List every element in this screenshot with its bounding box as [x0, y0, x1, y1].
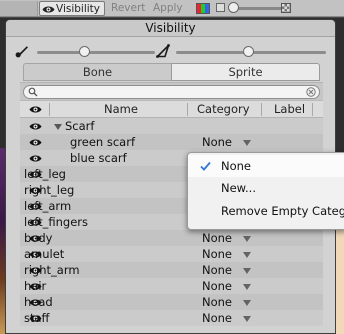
- toolbar-left-control[interactable]: [0, 1, 38, 16]
- clear-search-icon[interactable]: [306, 87, 316, 97]
- eye-icon[interactable]: [29, 122, 42, 131]
- column-divider[interactable]: [187, 103, 188, 116]
- row-name: left_arm: [24, 199, 72, 213]
- table-row[interactable]: head None: [20, 294, 323, 310]
- menu-item-new[interactable]: New...: [188, 177, 344, 199]
- menu-item-label: None: [221, 159, 252, 173]
- dropdown-arrow-icon[interactable]: [243, 268, 251, 274]
- foldout-arrow-icon[interactable]: [54, 124, 62, 130]
- mesh-opacity-thumb[interactable]: [243, 46, 254, 57]
- checkmark-icon: [200, 161, 211, 171]
- row-name: amulet: [24, 247, 65, 261]
- category-dropdown[interactable]: None: [202, 294, 232, 310]
- category-dropdown[interactable]: None: [202, 262, 232, 278]
- eye-icon[interactable]: [29, 154, 42, 163]
- search-bar: [20, 82, 323, 100]
- bone-icon: [15, 46, 28, 58]
- row-name: right_arm: [24, 263, 80, 277]
- eye-icon[interactable]: [29, 138, 42, 147]
- column-header-name[interactable]: Name: [104, 101, 138, 118]
- mesh-icon: [156, 44, 170, 58]
- visibility-toggle-button[interactable]: Visibility: [39, 1, 105, 16]
- category-dropdown[interactable]: None: [202, 134, 232, 150]
- bone-opacity-slider[interactable]: [15, 44, 165, 60]
- dropdown-arrow-icon[interactable]: [243, 284, 251, 290]
- toolbar-opacity-slider-track[interactable]: [232, 7, 282, 10]
- table-row[interactable]: Scarf: [20, 118, 323, 134]
- row-name: blue scarf: [70, 151, 127, 165]
- table-row[interactable]: right_arm None: [20, 262, 323, 278]
- category-dropdown[interactable]: None: [202, 246, 232, 262]
- toolbar: Visibility Revert Apply: [0, 0, 344, 17]
- category-dropdown[interactable]: None: [202, 310, 232, 326]
- tab-bar: Bone Sprite: [23, 63, 320, 81]
- search-field[interactable]: [23, 85, 320, 99]
- dropdown-arrow-icon[interactable]: [243, 252, 251, 258]
- search-icon[interactable]: [28, 87, 38, 97]
- row-name: green scarf: [70, 135, 136, 149]
- column-divider[interactable]: [49, 103, 50, 116]
- menu-item-remove-empty-categories[interactable]: Remove Empty Categor: [188, 200, 344, 222]
- menu-item-none[interactable]: None: [188, 155, 344, 177]
- column-divider[interactable]: [312, 103, 313, 116]
- bone-opacity-track[interactable]: [37, 51, 155, 54]
- toolbar-opacity-slider-thumb[interactable]: [228, 2, 239, 13]
- row-name: left_leg: [24, 167, 66, 181]
- search-input[interactable]: [40, 86, 300, 98]
- table-row[interactable]: amulet None: [20, 246, 323, 262]
- tab-bone[interactable]: Bone: [23, 63, 171, 81]
- character-sprite-right: [336, 223, 344, 334]
- category-dropdown[interactable]: None: [202, 230, 232, 246]
- dropdown-arrow-icon[interactable]: [243, 300, 251, 306]
- row-name: left_fingers: [24, 215, 89, 229]
- table-row[interactable]: staff None: [20, 310, 323, 326]
- row-name: staff: [24, 311, 50, 325]
- table-header: Name Category Label: [20, 100, 323, 118]
- table-row[interactable]: hair None: [20, 278, 323, 294]
- dropdown-arrow-icon[interactable]: [243, 140, 251, 146]
- dropdown-arrow-icon[interactable]: [243, 236, 251, 242]
- tab-sprite[interactable]: Sprite: [171, 63, 320, 81]
- checkerboard-icon[interactable]: [281, 3, 291, 13]
- eye-icon[interactable]: [29, 105, 42, 114]
- category-dropdown[interactable]: None: [202, 278, 232, 294]
- row-name: right_leg: [24, 183, 75, 197]
- column-header-category[interactable]: Category: [197, 101, 250, 118]
- revert-button[interactable]: Revert: [108, 1, 148, 16]
- mesh-opacity-slider[interactable]: [153, 44, 329, 60]
- visibility-toggle-label: Visibility: [56, 3, 101, 15]
- color-channels-icon[interactable]: [196, 3, 210, 14]
- row-name: body: [24, 231, 53, 245]
- row-name: head: [24, 295, 53, 309]
- apply-button[interactable]: Apply: [150, 1, 186, 16]
- panel-title: Visibility: [6, 20, 335, 37]
- dropdown-arrow-icon[interactable]: [243, 316, 251, 322]
- column-divider[interactable]: [261, 103, 262, 116]
- row-name: hair: [24, 279, 47, 293]
- brightness-icon[interactable]: [216, 3, 225, 12]
- eye-icon: [42, 6, 55, 13]
- row-name: Scarf: [65, 119, 95, 133]
- column-header-label[interactable]: Label: [274, 101, 305, 118]
- table-row[interactable]: green scarf None: [20, 134, 323, 150]
- bone-opacity-thumb[interactable]: [79, 46, 90, 57]
- table-row[interactable]: body None: [20, 230, 323, 246]
- category-dropdown-menu: None New... Remove Empty Categor: [187, 152, 344, 230]
